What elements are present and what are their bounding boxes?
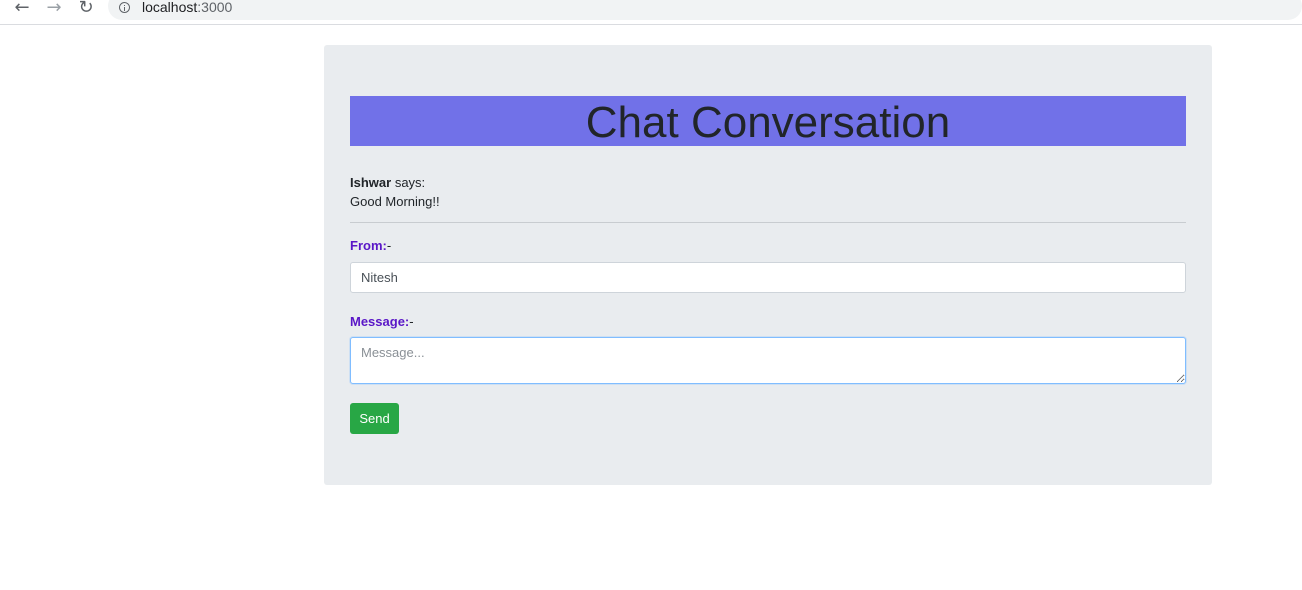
address-bar[interactable]: localhost:3000 xyxy=(108,0,1302,20)
message-sender: Ishwar xyxy=(350,175,392,190)
from-label-suffix: - xyxy=(386,238,392,253)
url-host: localhost xyxy=(142,0,198,15)
forward-arrow-icon[interactable]: → xyxy=(43,0,65,18)
back-arrow-icon[interactable]: ← xyxy=(11,0,33,18)
chat-message: Ishwar says: Good Morning!! xyxy=(350,173,440,211)
chat-header: Chat Conversation xyxy=(350,96,1186,147)
message-label-suffix: - xyxy=(409,314,414,329)
message-label: Message:- xyxy=(350,314,414,330)
message-header: Ishwar says: xyxy=(350,173,440,192)
browser-toolbar: ← → ↻ localhost:3000 xyxy=(0,0,1302,25)
url-text[interactable]: localhost:3000 xyxy=(142,0,232,15)
divider xyxy=(350,222,1186,223)
from-label-text: From: xyxy=(350,238,387,253)
from-input[interactable] xyxy=(350,262,1186,293)
message-says: says: xyxy=(394,175,426,190)
message-label-text: Message: xyxy=(350,314,410,329)
message-text: Good Morning!! xyxy=(350,194,440,209)
reload-icon[interactable]: ↻ xyxy=(75,0,97,18)
info-icon[interactable] xyxy=(119,2,130,13)
chat-card: Chat Conversation Ishwar says: Good Morn… xyxy=(324,45,1212,485)
page-title: Chat Conversation xyxy=(585,98,951,147)
message-textarea[interactable] xyxy=(350,337,1186,384)
url-port: :3000 xyxy=(197,0,233,15)
send-button[interactable]: Send xyxy=(350,403,399,434)
from-label: From:- xyxy=(350,238,391,254)
